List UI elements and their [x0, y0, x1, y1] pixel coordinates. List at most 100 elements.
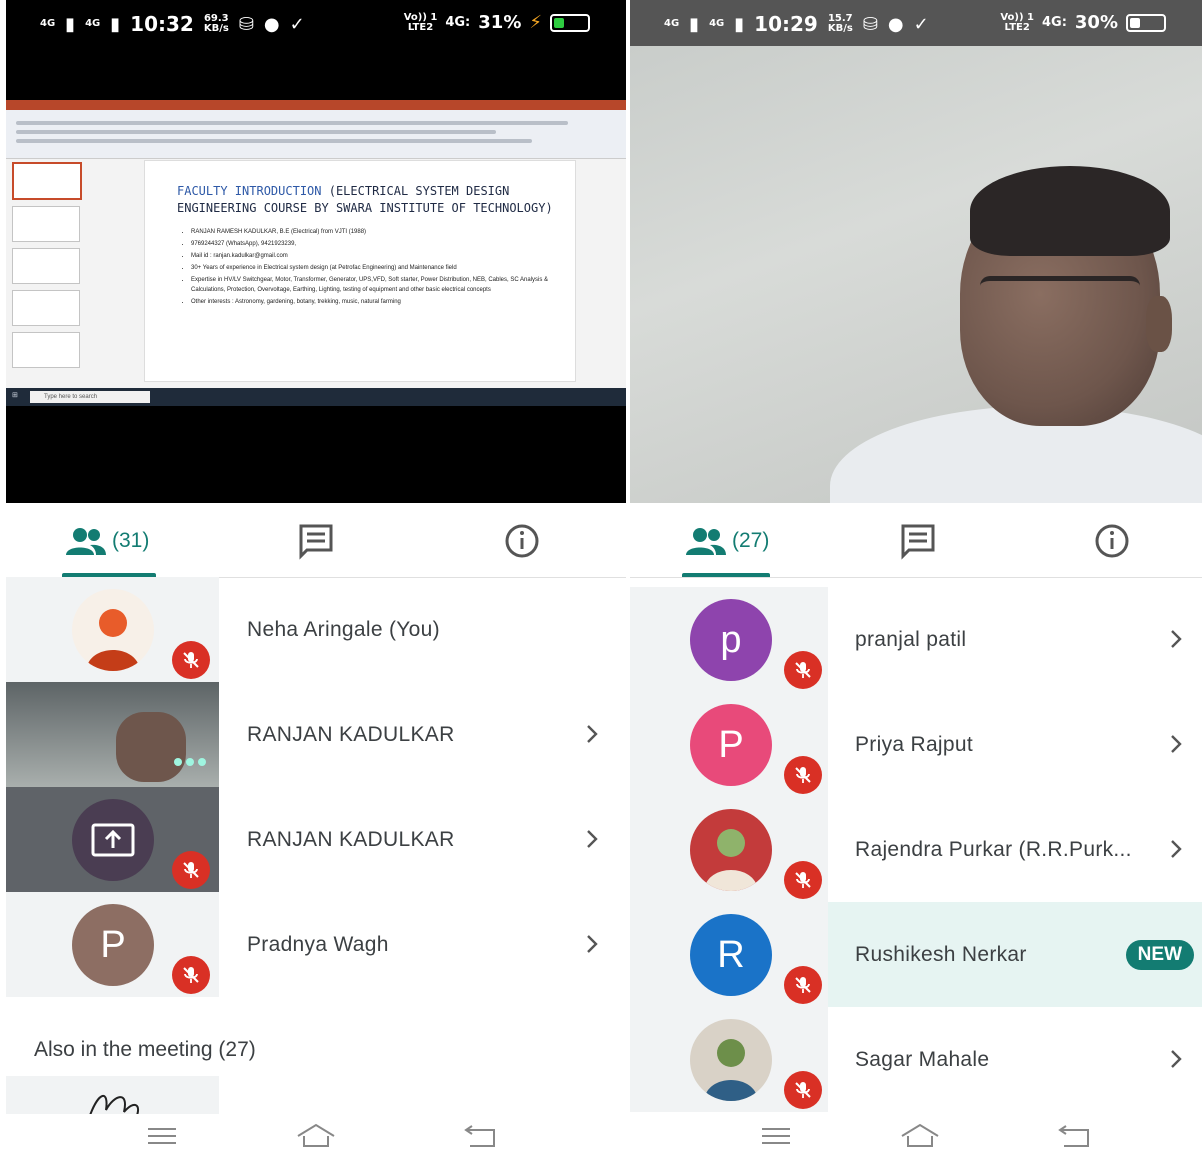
signal-2: 4G: [85, 18, 101, 29]
chevron-right-icon[interactable]: [580, 932, 604, 956]
speaker-video[interactable]: [630, 46, 1202, 503]
ribbon: [6, 100, 626, 159]
avatar-photo: [690, 1019, 772, 1101]
network-type: 4G:: [1041, 15, 1067, 30]
avatar-initial: P: [690, 704, 772, 786]
participant-name: RANJAN KADULKAR: [247, 722, 455, 746]
charging-icon: ⚡: [529, 12, 542, 33]
slide-bullet: Expertise in HV/LV Switchgear, Motor, Tr…: [191, 275, 575, 295]
presentation-window: FACULTY INTRODUCTION (ELECTRICAL SYSTEM …: [6, 100, 626, 406]
info-icon[interactable]: [504, 521, 540, 561]
mic-off-icon: [784, 756, 822, 794]
participant-tile: p: [630, 587, 828, 692]
avatar-photo: [690, 809, 772, 891]
participant-name: Rajendra Purkar (R.R.Purk...: [855, 837, 1132, 861]
volte-indicator: Vo)) 1 LTE2: [403, 11, 438, 33]
speaker-glasses: [980, 276, 1140, 311]
slide-title: FACULTY INTRODUCTION (ELECTRICAL SYSTEM …: [177, 184, 553, 215]
chevron-right-icon[interactable]: [1164, 627, 1188, 651]
clock: 10:32: [130, 12, 194, 36]
participant-row[interactable]: Rajendra Purkar (R.R.Purk...: [630, 797, 1202, 902]
mic-off-icon: [172, 851, 210, 889]
participant-row[interactable]: P Pradnya Wagh: [6, 892, 626, 997]
mic-off-icon: [784, 966, 822, 1004]
participant-row[interactable]: p pranjal patil: [630, 587, 1202, 692]
data-saver-icon: ⛁: [238, 13, 254, 35]
screen-share-video[interactable]: FACULTY INTRODUCTION (ELECTRICAL SYSTEM …: [6, 46, 626, 503]
chevron-right-icon[interactable]: [580, 722, 604, 746]
home-icon[interactable]: [296, 1122, 336, 1150]
participant-tile: [630, 797, 828, 902]
people-icon: [66, 528, 106, 555]
signal-1: 4G: [664, 18, 680, 29]
chevron-right-icon[interactable]: [1164, 732, 1188, 756]
speaker-ear: [1146, 296, 1172, 352]
taskbar-search: Type here to search: [30, 391, 150, 403]
clock: 10:29: [754, 12, 818, 36]
slide-bullet: 9769244327 (WhatsApp), 9421923239,: [191, 239, 575, 249]
slide-bullets: RANJAN RAMESH KADULKAR, B.E (Electrical)…: [191, 227, 575, 307]
participant-row[interactable]: R Rushikesh Nerkar NEW: [630, 902, 1202, 1007]
people-icon: [686, 528, 726, 555]
participant-video: [116, 712, 186, 782]
net-speed: 69.3 KB/s: [203, 13, 229, 34]
mic-off-icon: [784, 1071, 822, 1109]
participant-row[interactable]: RANJAN KADULKAR: [6, 682, 626, 787]
participant-name: Priya Rajput: [855, 732, 973, 756]
participant-row[interactable]: Neha Aringale (You): [6, 577, 626, 682]
mic-off-icon: [784, 861, 822, 899]
battery-percent: 31%: [478, 12, 522, 33]
chat-icon[interactable]: [298, 521, 334, 561]
signal-2: 4G: [709, 18, 725, 29]
signal-bars-icon: ▮: [689, 13, 700, 35]
avatar-photo: [72, 589, 154, 671]
net-speed: 15.7 KB/s: [827, 13, 853, 34]
info-icon[interactable]: [1094, 521, 1130, 561]
home-icon[interactable]: [900, 1122, 940, 1150]
avatar-initial: R: [690, 914, 772, 996]
menu-icon[interactable]: [756, 1122, 796, 1150]
avatar-initial: P: [72, 904, 154, 986]
chat-icon[interactable]: [900, 521, 936, 561]
signature-avatar-icon: [89, 1095, 140, 1114]
volte-indicator: Vo)) 1 LTE2: [1000, 11, 1034, 33]
taskbar: ⊞ Type here to search: [6, 388, 626, 406]
people-count: (27): [732, 529, 770, 552]
menu-icon[interactable]: [142, 1122, 182, 1150]
slide-bullet: 30+ Years of experience in Electrical sy…: [191, 263, 575, 273]
participant-tile: [6, 682, 219, 787]
windows-icon: ⊞: [12, 392, 18, 399]
slide-bullet: Other interests : Astronomy, gardening, …: [191, 297, 575, 307]
list-item[interactable]: [6, 1076, 219, 1114]
status-bar: 4G ▮ 4G ▮ 10:32 69.3 KB/s ⛁ ● ✓ Vo)) 1 LTE…: [6, 0, 626, 46]
location-icon: ●: [887, 13, 904, 35]
participant-tabs: (31): [6, 503, 626, 578]
participant-tile: P: [630, 692, 828, 797]
battery-icon: [550, 13, 590, 32]
people-count: (31): [112, 529, 150, 552]
mic-off-icon: [784, 651, 822, 689]
chevron-right-icon[interactable]: [580, 827, 604, 851]
signal-1: 4G: [40, 18, 56, 29]
download-done-icon: ✓: [913, 13, 929, 35]
chevron-right-icon[interactable]: [1164, 837, 1188, 861]
right-screenshot: 4G ▮ 4G ▮ 10:29 15.7 KB/s ⛁ ● ✓ Vo)) 1 LTE…: [630, 0, 1202, 1158]
back-icon[interactable]: [1054, 1122, 1094, 1150]
participant-row[interactable]: P Priya Rajput: [630, 692, 1202, 797]
location-icon: ●: [263, 13, 280, 35]
back-icon[interactable]: [460, 1122, 500, 1150]
data-saver-icon: ⛁: [862, 13, 878, 35]
battery-percent: 30%: [1074, 12, 1118, 33]
chevron-right-icon[interactable]: [1164, 1047, 1188, 1071]
participant-tile: P: [6, 892, 219, 997]
network-type: 4G:: [445, 15, 471, 30]
battery-icon: [1126, 13, 1166, 32]
signal-bars-icon: ▮: [110, 13, 121, 35]
participant-name: Rushikesh Nerkar: [855, 942, 1027, 966]
tab-people[interactable]: (31): [66, 521, 149, 561]
download-done-icon: ✓: [289, 13, 305, 35]
tab-people[interactable]: (27): [686, 521, 769, 561]
also-in-meeting-heading: Also in the meeting (27): [34, 1038, 256, 1061]
participant-row[interactable]: Sagar Mahale: [630, 1007, 1202, 1112]
participant-row[interactable]: RANJAN KADULKAR: [6, 787, 626, 892]
